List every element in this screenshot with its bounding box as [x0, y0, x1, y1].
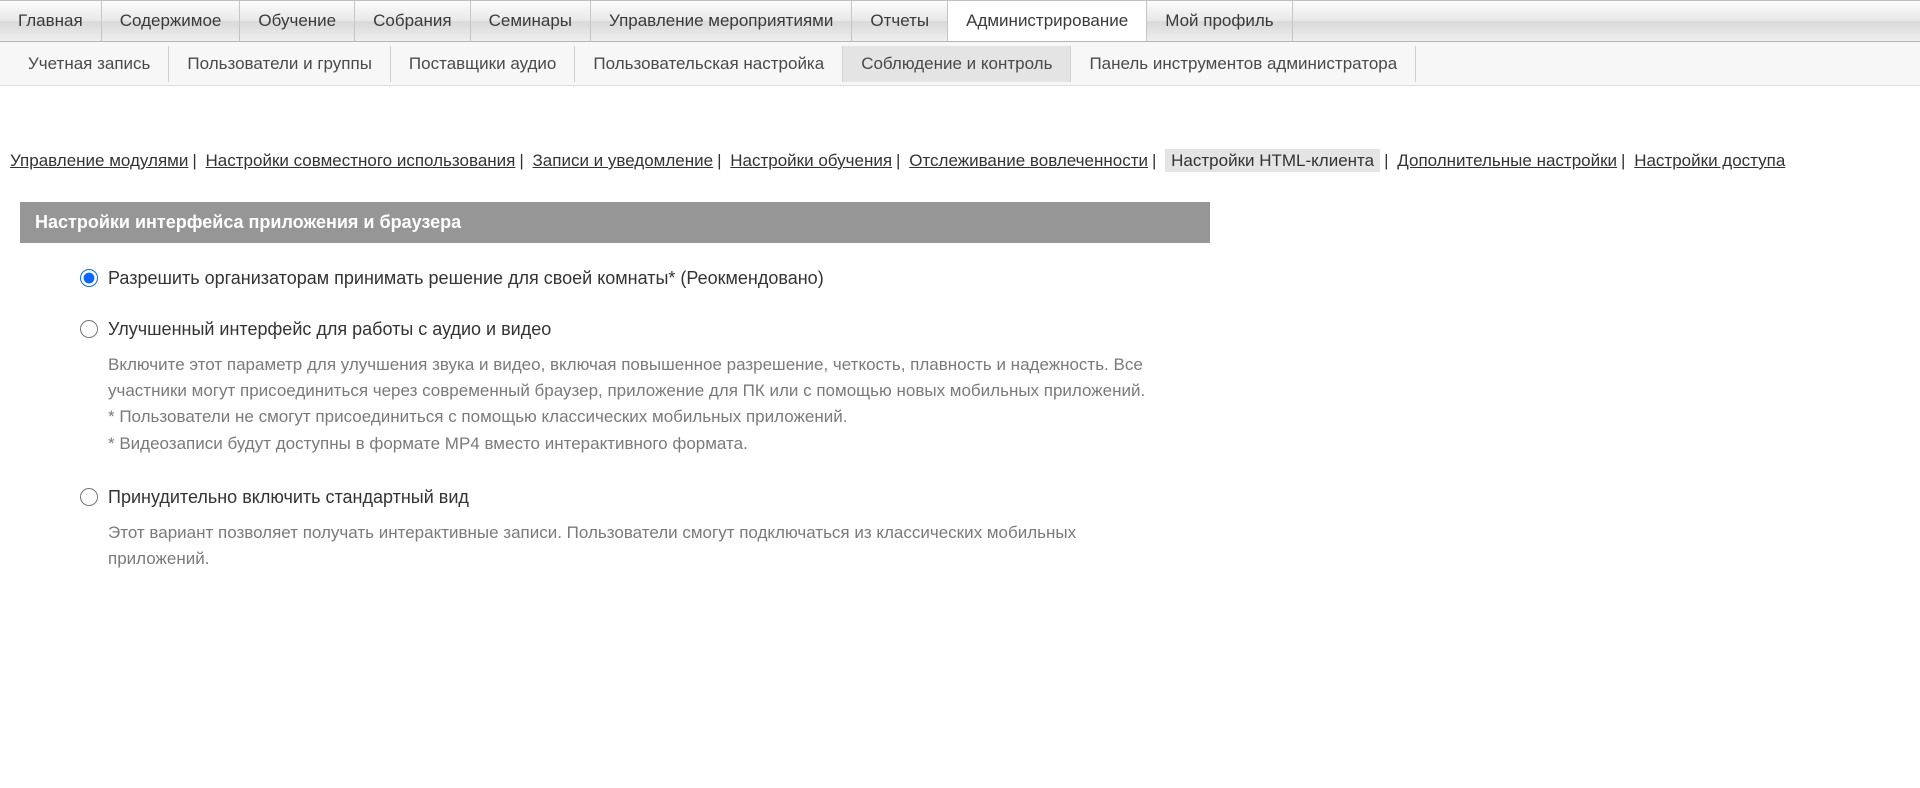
- radio-enhanced-desc: Включите этот параметр для улучшения зву…: [108, 352, 1180, 457]
- radio-allow-hosts-label: Разрешить организаторам принимать решени…: [108, 268, 824, 289]
- nav-content[interactable]: Содержимое: [102, 1, 241, 41]
- radio-item-allow-hosts: Разрешить организаторам принимать решени…: [80, 268, 1180, 289]
- top-nav: Главная Содержимое Обучение Собрания Сем…: [0, 0, 1920, 42]
- nav-seminars[interactable]: Семинары: [471, 1, 591, 41]
- radio-allow-hosts[interactable]: [80, 269, 98, 287]
- radio-enhanced-label: Улучшенный интерфейс для работы с аудио …: [108, 319, 551, 340]
- section-header: Настройки интерфейса приложения и браузе…: [20, 202, 1210, 243]
- link-access-settings[interactable]: Настройки доступа: [1634, 151, 1785, 170]
- content-area: Управление модулями| Настройки совместно…: [0, 86, 1920, 613]
- nav-meetings[interactable]: Собрания: [355, 1, 470, 41]
- link-module-management[interactable]: Управление модулями: [10, 151, 188, 170]
- link-html-client-settings[interactable]: Настройки HTML-клиента: [1165, 149, 1380, 172]
- subnav-account[interactable]: Учетная запись: [10, 46, 169, 82]
- interface-radio-group: Разрешить организаторам принимать решени…: [80, 268, 1180, 573]
- link-sharing-settings[interactable]: Настройки совместного использования: [206, 151, 516, 170]
- radio-standard[interactable]: [80, 488, 98, 506]
- subnav-compliance[interactable]: Соблюдение и контроль: [843, 46, 1071, 82]
- radio-item-standard: Принудительно включить стандартный вид Э…: [80, 487, 1180, 573]
- link-advanced-settings[interactable]: Дополнительные настройки: [1397, 151, 1617, 170]
- link-training-settings[interactable]: Настройки обучения: [730, 151, 892, 170]
- subnav-customization[interactable]: Пользовательская настройка: [575, 46, 843, 82]
- link-recordings-notification[interactable]: Записи и уведомление: [533, 151, 714, 170]
- radio-standard-label: Принудительно включить стандартный вид: [108, 487, 469, 508]
- radio-item-enhanced: Улучшенный интерфейс для работы с аудио …: [80, 319, 1180, 457]
- tertiary-nav: Управление модулями| Настройки совместно…: [10, 146, 1910, 177]
- sub-nav: Учетная запись Пользователи и группы Пос…: [0, 42, 1920, 86]
- subnav-admin-dashboard[interactable]: Панель инструментов администратора: [1071, 46, 1416, 82]
- radio-enhanced[interactable]: [80, 320, 98, 338]
- subnav-audio-providers[interactable]: Поставщики аудио: [391, 46, 575, 82]
- nav-administration[interactable]: Администрирование: [948, 1, 1147, 41]
- nav-events[interactable]: Управление мероприятиями: [591, 1, 852, 41]
- nav-main[interactable]: Главная: [0, 1, 102, 41]
- nav-reports[interactable]: Отчеты: [852, 1, 948, 41]
- nav-myprofile[interactable]: Мой профиль: [1147, 1, 1292, 41]
- subnav-users-groups[interactable]: Пользователи и группы: [169, 46, 391, 82]
- nav-training[interactable]: Обучение: [240, 1, 355, 41]
- radio-standard-desc: Этот вариант позволяет получать интеракт…: [108, 520, 1180, 573]
- link-engagement-tracking[interactable]: Отслеживание вовлеченности: [909, 151, 1148, 170]
